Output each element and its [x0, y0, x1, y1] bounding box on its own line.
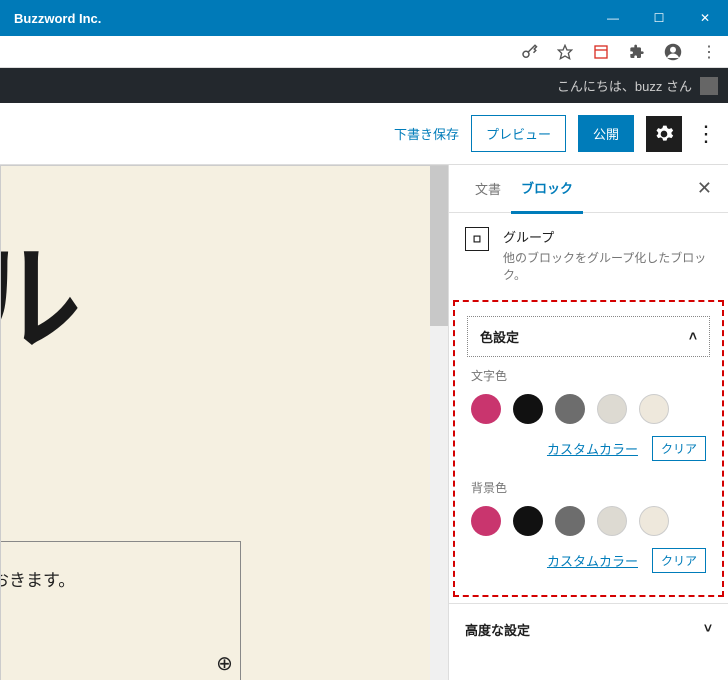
clear-bg-color-button[interactable]: クリア — [652, 548, 706, 573]
advanced-settings-header[interactable]: 高度な設定 ˅ — [449, 603, 728, 655]
wordpress-adminbar: こんにちは、buzz さん — [0, 68, 728, 103]
add-block-button[interactable]: ⊕ — [216, 651, 233, 676]
background-color-label: 背景色 — [471, 479, 706, 496]
scrollbar[interactable] — [430, 166, 448, 680]
block-description: 他のブロックをグループ化したブロック。 — [503, 250, 712, 284]
color-swatch[interactable] — [555, 394, 585, 424]
tab-block[interactable]: ブロック — [511, 164, 583, 214]
block-info: グループ 他のブロックをグループ化したブロック。 — [449, 213, 728, 300]
chevron-up-icon: ˄ — [689, 328, 697, 344]
color-swatch[interactable] — [597, 506, 627, 536]
color-settings-panel: 色設定 ˄ 文字色 カスタムカラー クリア 背景色 — [455, 302, 722, 595]
close-sidebar-button[interactable]: ✕ — [697, 178, 712, 199]
text-color-swatches — [471, 394, 706, 424]
tab-document[interactable]: 文書 — [465, 165, 511, 212]
key-icon[interactable] — [520, 43, 538, 61]
account-icon[interactable] — [664, 43, 682, 61]
maximize-button[interactable]: ☐ — [636, 0, 682, 36]
chevron-down-icon: ˅ — [704, 620, 712, 639]
save-draft-button[interactable]: 下書き保存 — [394, 124, 459, 143]
settings-sidebar: 文書 ブロック ✕ グループ 他のブロックをグループ化したブロック。 色設定 ˄… — [448, 165, 728, 680]
color-settings-title: 色設定 — [480, 327, 519, 346]
settings-button[interactable] — [646, 116, 682, 152]
color-swatch[interactable] — [555, 506, 585, 536]
gear-icon — [654, 124, 674, 144]
avatar[interactable] — [700, 77, 718, 95]
window-titlebar: Buzzword Inc. ― ☐ ✕ — [0, 0, 728, 36]
advanced-settings-title: 高度な設定 — [465, 620, 530, 639]
color-swatch[interactable] — [471, 506, 501, 536]
text-color-label: 文字色 — [471, 367, 706, 384]
extensions-icon[interactable] — [628, 43, 646, 61]
clear-text-color-button[interactable]: クリア — [652, 436, 706, 461]
group-block[interactable]: 使いておきます。 別にはまったく決まってい — [0, 541, 241, 680]
color-swatch[interactable] — [639, 506, 669, 536]
browser-toolbar: ⋮ — [0, 36, 728, 68]
window-controls: ― ☐ ✕ — [590, 0, 728, 36]
preview-button[interactable]: プレビュー — [471, 115, 566, 152]
editor-canvas[interactable]: プル 使いておきます。 別にはまったく決まってい ⊕ — [0, 165, 448, 680]
color-settings-highlight: 色設定 ˄ 文字色 カスタムカラー クリア 背景色 — [453, 300, 724, 597]
star-icon[interactable] — [556, 43, 574, 61]
devtools-icon[interactable] — [592, 43, 610, 61]
sidebar-tabs: 文書 ブロック ✕ — [449, 165, 728, 213]
page-title[interactable]: プル — [0, 206, 79, 374]
browser-menu-icon[interactable]: ⋮ — [700, 43, 718, 61]
color-settings-header[interactable]: 色設定 ˄ — [467, 316, 710, 357]
group-icon — [465, 227, 489, 251]
close-button[interactable]: ✕ — [682, 0, 728, 36]
editor-topbar: 下書き保存 プレビュー 公開 ⋮ — [0, 103, 728, 165]
color-swatch[interactable] — [471, 394, 501, 424]
color-swatch[interactable] — [597, 394, 627, 424]
window-title: Buzzword Inc. — [14, 11, 101, 26]
more-menu-button[interactable]: ⋮ — [694, 121, 718, 147]
bg-color-swatches — [471, 506, 706, 536]
scrollbar-thumb[interactable] — [430, 166, 448, 326]
minimize-button[interactable]: ― — [590, 0, 636, 36]
color-swatch[interactable] — [513, 394, 543, 424]
color-swatch[interactable] — [639, 394, 669, 424]
paragraph-line[interactable]: 使いておきます。 — [0, 564, 225, 597]
custom-color-link[interactable]: カスタムカラー — [547, 551, 638, 570]
custom-color-link[interactable]: カスタムカラー — [547, 439, 638, 458]
editor-main: プル 使いておきます。 別にはまったく決まってい ⊕ 文書 ブロック ✕ グルー… — [0, 165, 728, 680]
greeting-text[interactable]: こんにちは、buzz さん — [557, 76, 692, 95]
block-name: グループ — [503, 227, 712, 246]
color-swatch[interactable] — [513, 506, 543, 536]
publish-button[interactable]: 公開 — [578, 115, 634, 152]
